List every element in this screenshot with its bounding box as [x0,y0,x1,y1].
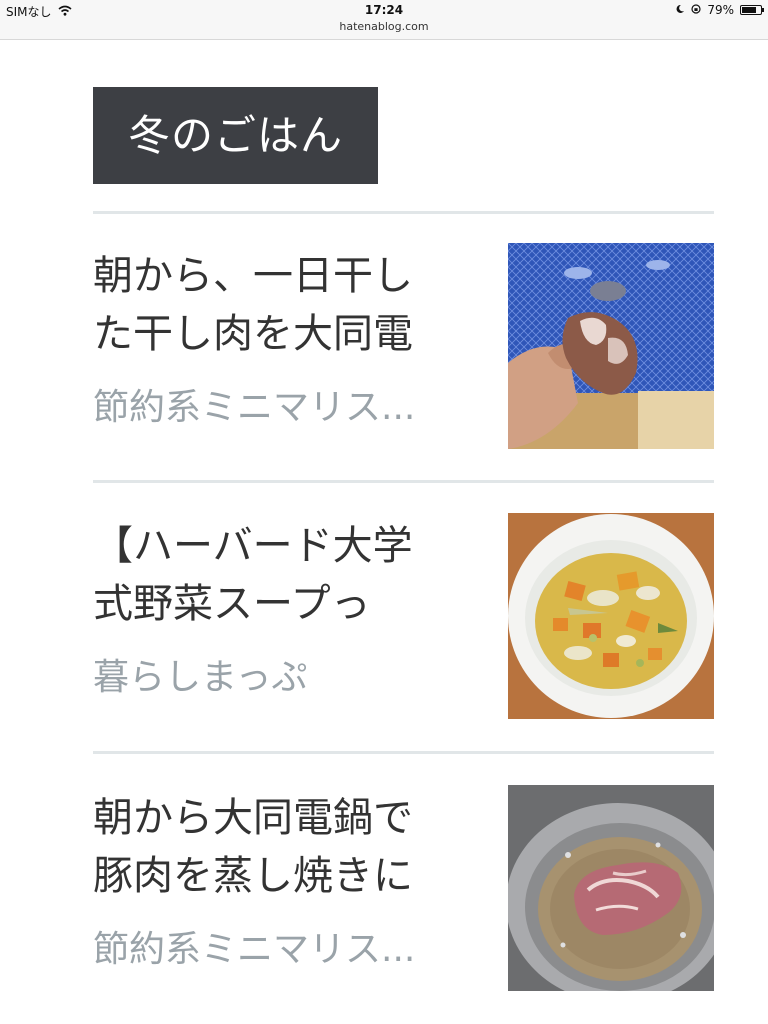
entry-title[interactable]: 朝から、一日干し た干し肉を大同電 [93,247,473,363]
battery-icon [740,5,764,15]
entry-item[interactable]: 朝から大同電鍋で 豚肉を蒸し焼きに 節約系ミニマリス... [93,785,714,991]
orientation-lock-icon [691,3,701,17]
vegetable-soup-photo [508,513,714,719]
battery-percent: 79% [707,3,734,17]
address-bar[interactable]: hatenablog.com [0,20,768,33]
entry-title-line: 朝から、一日干し [93,253,413,299]
divider [93,480,714,483]
entry-source: 節約系ミニマリス... [93,929,416,970]
status-bar: SIMなし 17:24 hatenablog.com 79% [0,0,768,40]
entry-title-line: 【ハーバード大学 [93,523,413,569]
entry-source: 暮らしまっぷ [93,657,308,698]
entry-title-line: 式野菜スープっ [93,581,371,627]
entry-title[interactable]: 【ハーバード大学 式野菜スープっ [93,517,473,633]
entry-thumbnail[interactable] [508,785,714,991]
entry-title-line: 朝から大同電鍋で [93,795,413,841]
divider [93,751,714,754]
divider [93,211,714,214]
steamed-pork-photo [508,785,714,991]
battery-level [742,7,756,13]
dried-meat-photo [508,243,714,449]
entry-title[interactable]: 朝から大同電鍋で 豚肉を蒸し焼きに [93,789,473,905]
clock: 17:24 [364,3,404,17]
entry-item[interactable]: 朝から、一日干し た干し肉を大同電 節約系ミニマリス... [93,243,714,449]
moon-icon [675,3,685,17]
entry-title-line: 豚肉を蒸し焼きに [93,853,413,899]
entry-title-line: た干し肉を大同電 [93,311,413,357]
entry-thumbnail[interactable] [508,243,714,449]
category-heading[interactable]: 冬のごはん [93,87,378,184]
entry-source: 節約系ミニマリス... [93,387,416,428]
entry-item[interactable]: 【ハーバード大学 式野菜スープっ 暮らしまっぷ [93,513,714,719]
status-right: 79% [675,3,764,17]
entry-thumbnail[interactable] [508,513,714,719]
